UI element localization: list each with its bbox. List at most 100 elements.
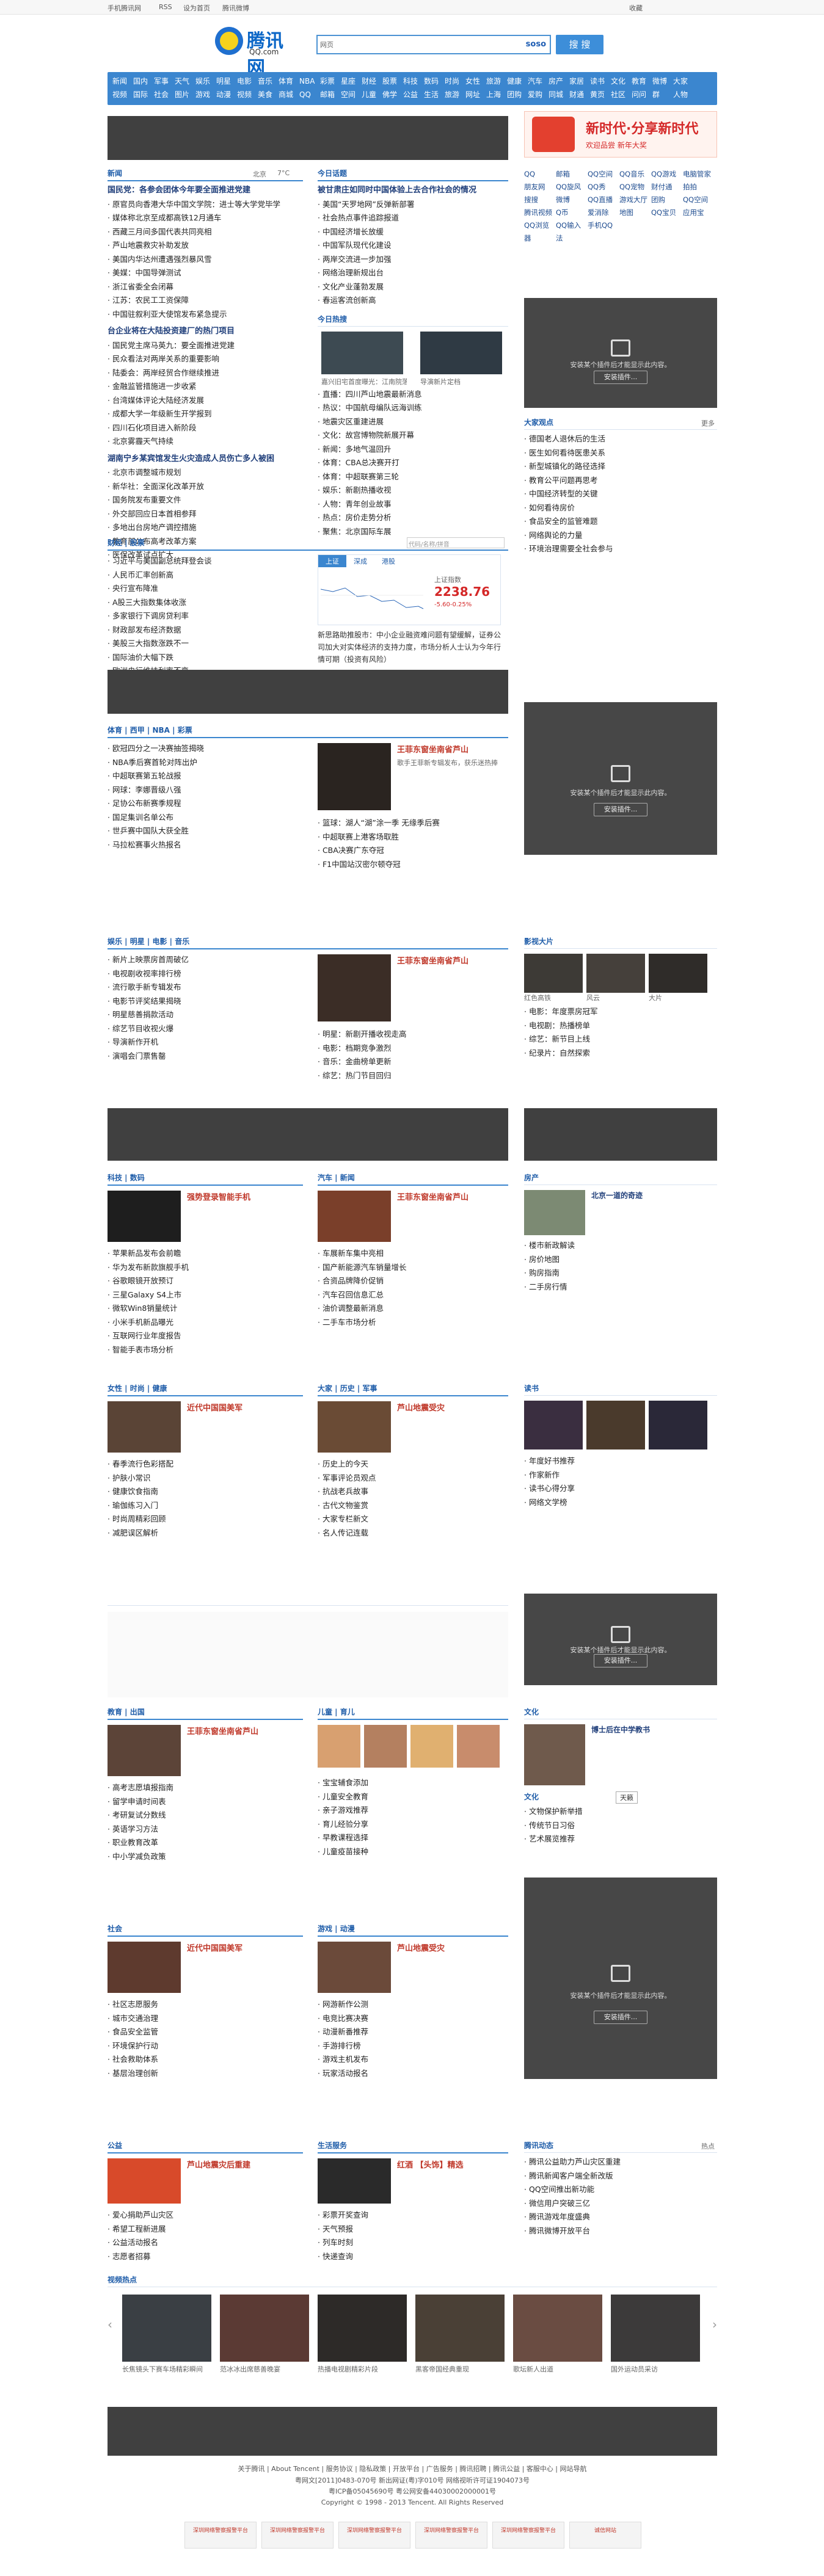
nav-item[interactable]: 明星 — [216, 76, 237, 86]
book-item[interactable]: · 网络文学榜 — [524, 1496, 717, 1510]
culture-label[interactable]: 大家 | 历史 | 军事 — [318, 1384, 377, 1393]
movie-item[interactable]: · 演唱会门票售罄 — [108, 1050, 303, 1064]
nav-item[interactable]: 财通 — [569, 89, 590, 100]
qq-service-link[interactable]: Q币 — [556, 206, 588, 219]
fashion-item[interactable]: · 减肥误区解析 — [108, 1526, 303, 1540]
feature-photo[interactable] — [108, 1401, 181, 1453]
news-item[interactable]: · 中国驻叙利亚大使馆发布紧急提示 — [108, 308, 303, 322]
qq-service-link[interactable]: QQ空间 — [683, 194, 715, 206]
house-label[interactable]: 房产 — [524, 1174, 539, 1182]
tech-label[interactable]: 科技 | 数码 — [108, 1174, 145, 1182]
qq-service-link[interactable]: 游戏大厅 — [619, 194, 651, 206]
qq-service-link[interactable]: QQ输入法 — [556, 219, 588, 245]
culture-item[interactable]: · 抗战老兵故事 — [318, 1485, 508, 1499]
society-item[interactable]: · 环境保护行动 — [108, 2039, 303, 2053]
culture-item[interactable]: · 传统节日习俗 — [524, 1819, 717, 1833]
qq-service-link[interactable]: 地图 — [619, 206, 651, 219]
opinion-item[interactable]: · 环境治理需要全社会参与 — [524, 542, 717, 556]
culture-item[interactable]: · 文物保护新举措 — [524, 1805, 717, 1819]
qq-service-link[interactable]: 爱消除 — [588, 206, 619, 219]
today-item[interactable]: · 社会热点事件追踪报道 — [318, 211, 508, 225]
qq-service-link[interactable]: 团购 — [651, 194, 683, 206]
auto-item[interactable]: · 国产新能源汽车销量增长 — [318, 1261, 508, 1275]
nav-item[interactable]: 女性 — [465, 76, 486, 86]
hot-item[interactable]: · 新闻：多地气温回升 — [318, 443, 508, 457]
news-item[interactable]: · 江苏：农民工工资保障 — [108, 294, 303, 308]
stock-chart[interactable]: 上证 深成 港股 上证指数 2238.76 -5.60-0.25% — [318, 554, 501, 625]
nav-item[interactable]: 公益 — [403, 89, 424, 100]
footer-badge[interactable]: 深圳网络警察报警平台 — [338, 2522, 410, 2549]
edu-item[interactable]: · 职业教育改革 — [108, 1836, 303, 1850]
sports-item[interactable]: · 网球：李娜晋级八强 — [108, 783, 303, 797]
footer-link[interactable]: 开放平台 — [393, 2465, 420, 2473]
feature-photo[interactable] — [108, 1725, 181, 1776]
nav-item[interactable]: 科技 — [403, 76, 424, 86]
movie-item[interactable]: · 明星：新剧开播收视走高 — [318, 1028, 501, 1042]
nav-item[interactable]: 爱购 — [528, 89, 549, 100]
qq-logo[interactable]: 腾讯网 QQ.com — [215, 26, 298, 79]
society-item[interactable]: · 食品安全监管 — [108, 2025, 303, 2039]
video-caption[interactable]: 国外运动员采访 — [611, 2364, 700, 2374]
today-item[interactable]: · 网络治理新规出台 — [318, 266, 508, 280]
sports-item[interactable]: · 马拉松赛事火热报名 — [108, 838, 303, 852]
book-item[interactable]: · 年度好书推荐 — [524, 1454, 717, 1468]
kids-label[interactable]: 儿童 | 育儿 — [318, 1708, 355, 1716]
news-item[interactable]: · 四川石化项目进入新阶段 — [108, 421, 303, 435]
movie-thumbnail[interactable] — [649, 954, 707, 993]
footer-link[interactable]: 腾讯公益 — [493, 2465, 520, 2473]
hot-item[interactable]: · 文化：故宫博物院新展开幕 — [318, 429, 508, 443]
movie-item[interactable]: · 新片上映票房首周破亿 — [108, 953, 303, 967]
games-label[interactable]: 游戏 | 动漫 — [318, 1925, 355, 1933]
news-item[interactable]: · 外交部回应日本首相参拜 — [108, 507, 303, 521]
news-item[interactable]: · 成都大学一年级新生开学报到 — [108, 407, 303, 421]
feature-photo[interactable] — [318, 1942, 391, 1993]
books-label[interactable]: 读书 — [524, 1384, 539, 1393]
nav-item[interactable]: 新闻 — [112, 76, 133, 86]
sports-item[interactable]: · 欧冠四分之一决赛抽签揭晓 — [108, 742, 303, 756]
movie-thumbnail[interactable] — [586, 954, 645, 993]
finance-item[interactable]: · 多家银行下调房贷利率 — [108, 609, 303, 623]
nav-item[interactable]: 儿童 — [362, 89, 382, 100]
sports-item[interactable]: · NBA季后赛首轮对阵出炉 — [108, 756, 303, 770]
topbar-link-weibo[interactable]: 腾讯微博 — [222, 3, 249, 13]
nav-item[interactable]: 天气 — [175, 76, 195, 86]
install-plugin-button[interactable]: 安装插件... — [594, 803, 647, 816]
footer-badge[interactable]: 深圳网络警察报警平台 — [492, 2522, 564, 2549]
nav-item[interactable]: 问问 — [632, 89, 652, 100]
today-label[interactable]: 今日话题 — [318, 169, 347, 178]
culture2-label[interactable]: 文化 — [524, 1708, 539, 1716]
kids-item[interactable]: · 亲子游戏推荐 — [318, 1804, 508, 1818]
video-thumbnail[interactable] — [318, 2295, 407, 2362]
movie-item[interactable]: · 电视剧：热播榜单 — [524, 1019, 717, 1033]
plugin-ad[interactable]: 安装某个插件后才能显示此内容。 安装插件... — [524, 702, 717, 855]
today-headline[interactable]: 被甘肃庄如同时中国体验上去合作社会的情况 — [318, 184, 508, 198]
auto-item[interactable]: · 车展新车集中亮相 — [318, 1247, 508, 1261]
life-item[interactable]: · 天气预报 — [318, 2222, 508, 2237]
culture-item[interactable]: · 艺术展览推荐 — [524, 1832, 717, 1846]
news-headline-3[interactable]: 湖南宁乡某宾馆发生火灾造成人员伤亡多人被困 — [108, 452, 303, 466]
search-button[interactable]: 搜 搜 — [556, 35, 603, 54]
footer-link[interactable]: 腾讯招聘 — [459, 2465, 486, 2473]
nav-item[interactable]: 健康 — [507, 76, 528, 86]
nav-item[interactable]: 家居 — [569, 76, 590, 86]
kids-thumbnail[interactable] — [457, 1725, 500, 1768]
middle-banner-ad[interactable] — [108, 670, 508, 714]
footer-badge[interactable]: 深圳网络警察报警平台 — [415, 2522, 487, 2549]
edu-item[interactable]: · 留学申请时间表 — [108, 1795, 303, 1809]
banner-ad[interactable] — [108, 1108, 508, 1161]
qq-service-link[interactable]: QQ音乐 — [619, 168, 651, 181]
channel-select[interactable]: 天籁 — [616, 1791, 638, 1804]
tech-item[interactable]: · 谷歌眼镜开放预订 — [108, 1274, 303, 1288]
qq-service-link[interactable]: QQ空间 — [588, 168, 619, 181]
finance-item[interactable]: · 人民币汇率创新高 — [108, 568, 303, 582]
tech-item[interactable]: · 小米手机新品曝光 — [108, 1316, 303, 1330]
fashion-item[interactable]: · 护肤小常识 — [108, 1471, 303, 1486]
trend-item[interactable]: · 腾讯微博开放平台 — [524, 2224, 717, 2238]
opinion-item[interactable]: · 如何看待房价 — [524, 501, 717, 515]
nav-item[interactable]: 微博 — [652, 76, 673, 86]
opinion-item[interactable]: · 医生如何看待医患关系 — [524, 446, 717, 460]
fashion-label[interactable]: 女性 | 时尚 | 健康 — [108, 1384, 167, 1393]
culture-item[interactable]: · 历史上的今天 — [318, 1457, 508, 1471]
feature-title[interactable]: 芦山地震受灾 — [397, 1401, 445, 1413]
qq-service-link[interactable]: 应用宝 — [683, 206, 715, 219]
